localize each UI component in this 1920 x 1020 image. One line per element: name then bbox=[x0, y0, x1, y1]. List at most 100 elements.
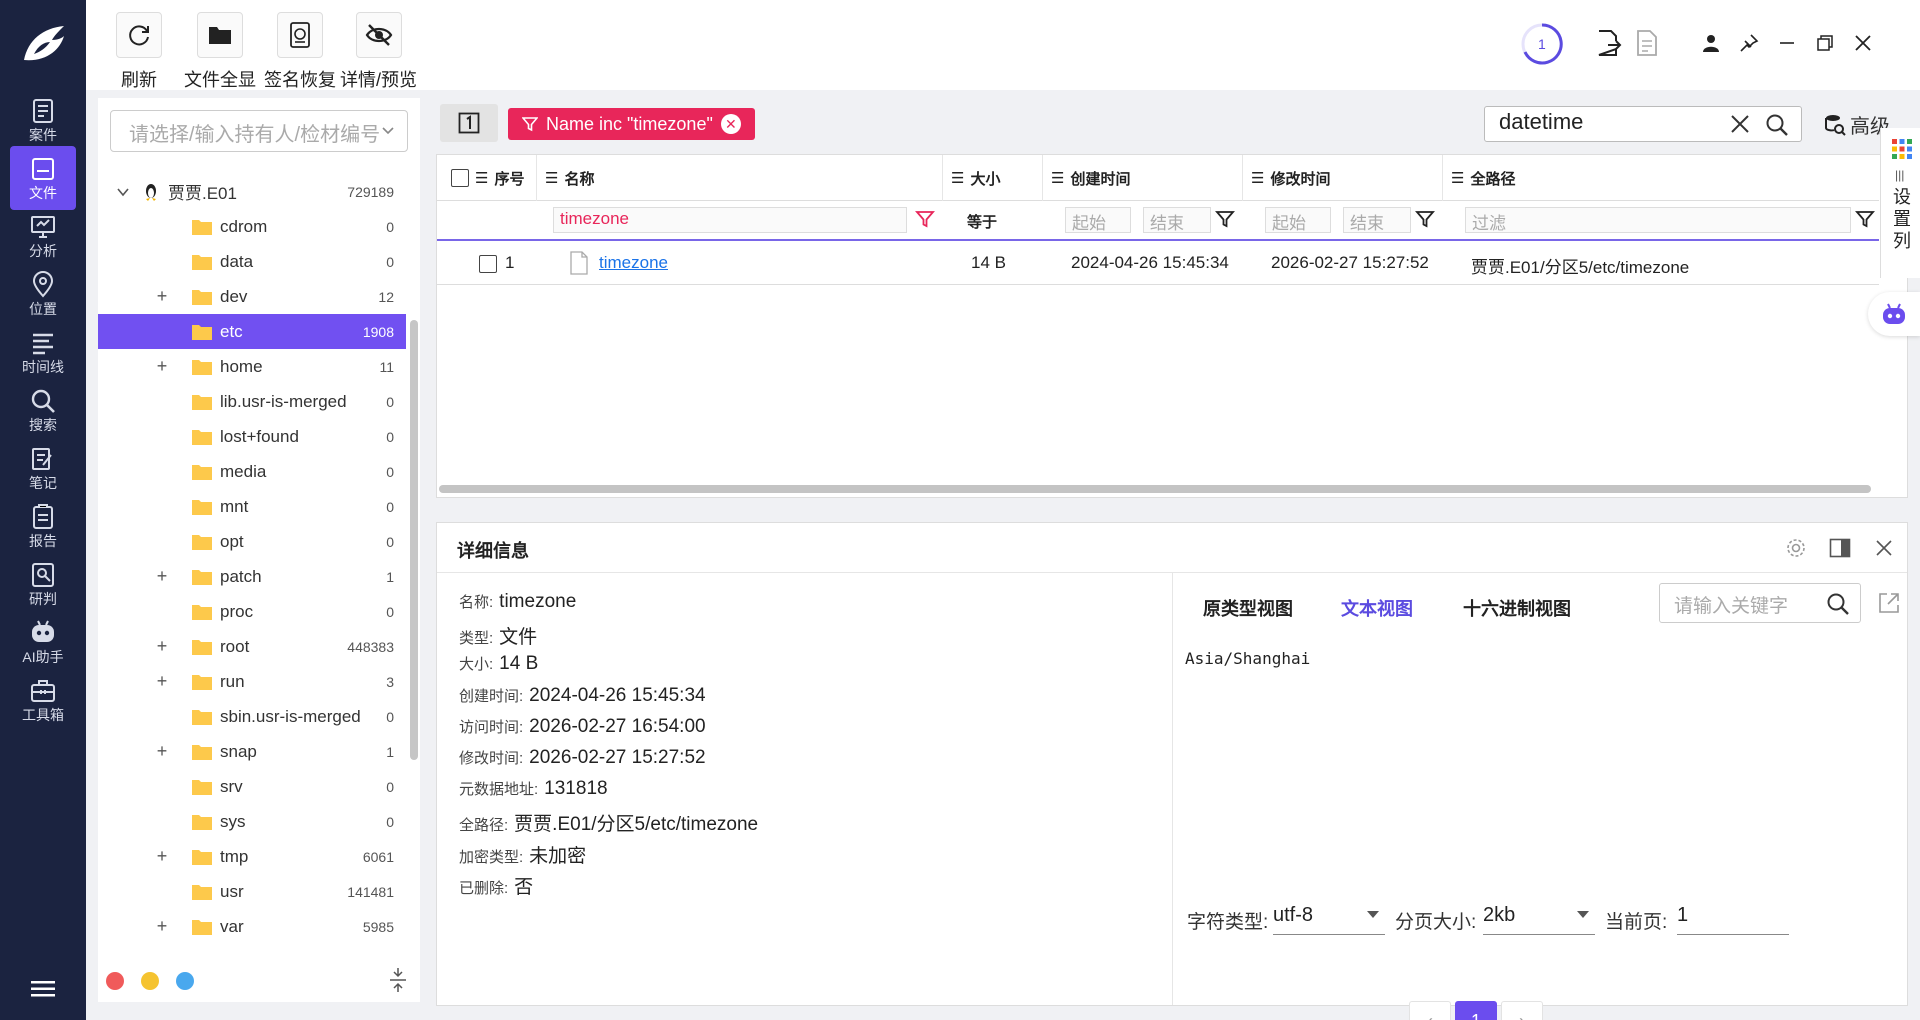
task-progress-button[interactable]: 1 bbox=[1520, 22, 1564, 66]
close-detail-button[interactable] bbox=[1871, 535, 1897, 561]
tree-item-cdrom[interactable]: cdrom 0 bbox=[98, 209, 406, 244]
column-settings-tab[interactable]: ||| 设置列 bbox=[1880, 128, 1920, 278]
evidence-select[interactable]: 请选择/输入持有人/检材编号 bbox=[110, 110, 408, 152]
created-start-input[interactable]: 起始 bbox=[1065, 207, 1131, 233]
column-menu-icon[interactable]: ☰ bbox=[1051, 169, 1064, 187]
expand-icon[interactable]: + bbox=[154, 286, 170, 307]
open-external-icon[interactable] bbox=[1877, 591, 1901, 615]
close-window-button[interactable] bbox=[1848, 28, 1878, 58]
tree-item-usr[interactable]: usr 141481 bbox=[98, 874, 406, 909]
page-1-button[interactable]: 1 bbox=[1455, 1001, 1497, 1020]
export-button[interactable] bbox=[1594, 28, 1624, 58]
tree-scrollbar[interactable] bbox=[410, 320, 418, 760]
nav-item-file[interactable]: 文件 bbox=[10, 146, 76, 210]
refresh-button[interactable]: 刷新 bbox=[116, 12, 162, 92]
row-name-link[interactable]: timezone bbox=[599, 253, 668, 273]
expand-icon[interactable]: + bbox=[154, 636, 170, 657]
tree-item-lib.usr-is-merged[interactable]: lib.usr-is-merged 0 bbox=[98, 384, 406, 419]
col-modified-header[interactable]: ☰ 修改时间 bbox=[1243, 155, 1443, 201]
tree-item-snap[interactable]: + snap 1 bbox=[98, 734, 406, 769]
tree-item-tmp[interactable]: + tmp 6061 bbox=[98, 839, 406, 874]
remove-filter-icon[interactable]: ✕ bbox=[720, 114, 741, 134]
column-menu-icon[interactable]: ☰ bbox=[1251, 169, 1264, 187]
collapse-all-icon[interactable] bbox=[388, 966, 408, 994]
keyword-search-input[interactable]: 请输入关键字 bbox=[1659, 583, 1861, 623]
signature-restore-button[interactable]: 签名恢复 bbox=[264, 12, 336, 92]
minimize-button[interactable] bbox=[1772, 28, 1802, 58]
nav-item-ai-assistant[interactable]: AI助手 bbox=[10, 610, 76, 674]
tab-original-view[interactable]: 原类型视图 bbox=[1203, 595, 1293, 621]
tree-item-data[interactable]: data 0 bbox=[98, 244, 406, 279]
modified-start-input[interactable]: 起始 bbox=[1265, 207, 1331, 233]
show-all-files-button[interactable]: 文件全显 bbox=[184, 12, 256, 92]
prev-page-button[interactable]: ‹ bbox=[1409, 1001, 1451, 1020]
tree-item-dev[interactable]: + dev 12 bbox=[98, 279, 406, 314]
tree-item-opt[interactable]: opt 0 bbox=[98, 524, 406, 559]
tree-item-srv[interactable]: srv 0 bbox=[98, 769, 406, 804]
red-dot-icon[interactable] bbox=[106, 972, 124, 990]
size-operator[interactable]: 等于 bbox=[967, 211, 997, 232]
row-checkbox[interactable] bbox=[479, 255, 497, 273]
col-name-header[interactable]: ☰ 名称 bbox=[537, 155, 943, 201]
nav-item-judge[interactable]: 研判 bbox=[10, 552, 76, 616]
tree-item-sys[interactable]: sys 0 bbox=[98, 804, 406, 839]
col-index-header[interactable]: ☰ 序号 bbox=[437, 155, 537, 201]
tree-item-run[interactable]: + run 3 bbox=[98, 664, 406, 699]
nav-item-timeline[interactable]: 时间线 bbox=[10, 320, 76, 384]
pin-button[interactable] bbox=[1734, 28, 1764, 58]
user-button[interactable] bbox=[1696, 28, 1726, 58]
col-path-header[interactable]: ☰ 全路径 bbox=[1443, 155, 1879, 201]
tree-item-var[interactable]: + var 5985 bbox=[98, 909, 406, 944]
search-icon[interactable] bbox=[1826, 592, 1850, 616]
tab-hex-view[interactable]: 十六进制视图 bbox=[1463, 595, 1571, 621]
column-menu-icon[interactable]: ☰ bbox=[545, 169, 558, 187]
expand-icon[interactable]: + bbox=[154, 916, 170, 937]
expand-icon[interactable]: + bbox=[154, 741, 170, 762]
next-page-button[interactable]: › bbox=[1501, 1001, 1543, 1020]
expand-icon[interactable]: + bbox=[154, 356, 170, 377]
expand-icon[interactable]: + bbox=[154, 671, 170, 692]
tree-item-media[interactable]: media 0 bbox=[98, 454, 406, 489]
search-input[interactable]: datetime bbox=[1484, 106, 1802, 142]
detail-preview-button[interactable]: 详情/预览 bbox=[340, 12, 417, 92]
funnel-icon[interactable] bbox=[915, 209, 935, 229]
modified-end-input[interactable]: 结束 bbox=[1343, 207, 1411, 233]
report-doc-button[interactable] bbox=[1632, 28, 1662, 58]
active-filter-chip[interactable]: Name inc "timezone" ✕ bbox=[508, 108, 755, 140]
column-menu-icon[interactable]: ☰ bbox=[951, 169, 964, 187]
clear-icon[interactable] bbox=[1729, 113, 1751, 135]
nav-item-case[interactable]: 案件 bbox=[10, 88, 76, 152]
nav-item-analysis[interactable]: 分析 bbox=[10, 204, 76, 268]
select-all-checkbox[interactable] bbox=[451, 169, 469, 187]
table-hscrollbar[interactable] bbox=[439, 485, 1871, 493]
tree-item-lost+found[interactable]: lost+found 0 bbox=[98, 419, 406, 454]
created-end-input[interactable]: 结束 bbox=[1143, 207, 1211, 233]
panel-toggle-button[interactable] bbox=[440, 104, 498, 142]
nav-item-search[interactable]: 搜索 bbox=[10, 378, 76, 442]
current-page-input[interactable]: 1 bbox=[1677, 899, 1789, 935]
column-menu-icon[interactable]: ☰ bbox=[475, 169, 488, 187]
funnel-icon[interactable] bbox=[1215, 209, 1235, 229]
expand-icon[interactable]: + bbox=[154, 846, 170, 867]
expand-icon[interactable]: + bbox=[154, 566, 170, 587]
tree-item-etc[interactable]: etc 1908 bbox=[98, 314, 406, 349]
tree-item-patch[interactable]: + patch 1 bbox=[98, 559, 406, 594]
charset-select[interactable]: utf-8 bbox=[1273, 899, 1385, 935]
nav-item-toolbox[interactable]: 工具箱 bbox=[10, 668, 76, 732]
funnel-icon[interactable] bbox=[1855, 209, 1875, 229]
split-view-button[interactable] bbox=[1827, 535, 1853, 561]
ai-assistant-float-button[interactable] bbox=[1868, 292, 1920, 336]
tree-item-home[interactable]: + home 11 bbox=[98, 349, 406, 384]
menu-icon[interactable] bbox=[29, 978, 57, 1000]
name-filter-input[interactable]: timezone bbox=[553, 207, 907, 233]
column-menu-icon[interactable]: ☰ bbox=[1451, 169, 1464, 187]
funnel-icon[interactable] bbox=[1415, 209, 1435, 229]
nav-item-location[interactable]: 位置 bbox=[10, 262, 76, 326]
path-filter-input[interactable]: 过滤 bbox=[1465, 207, 1851, 233]
page-size-select[interactable]: 2kb bbox=[1483, 899, 1595, 935]
tree-root[interactable]: 贾贾.E01 729189 bbox=[98, 174, 406, 209]
nav-item-report[interactable]: 报告 bbox=[10, 494, 76, 558]
tree-item-mnt[interactable]: mnt 0 bbox=[98, 489, 406, 524]
tree-item-sbin.usr-is-merged[interactable]: sbin.usr-is-merged 0 bbox=[98, 699, 406, 734]
blue-dot-icon[interactable] bbox=[176, 972, 194, 990]
